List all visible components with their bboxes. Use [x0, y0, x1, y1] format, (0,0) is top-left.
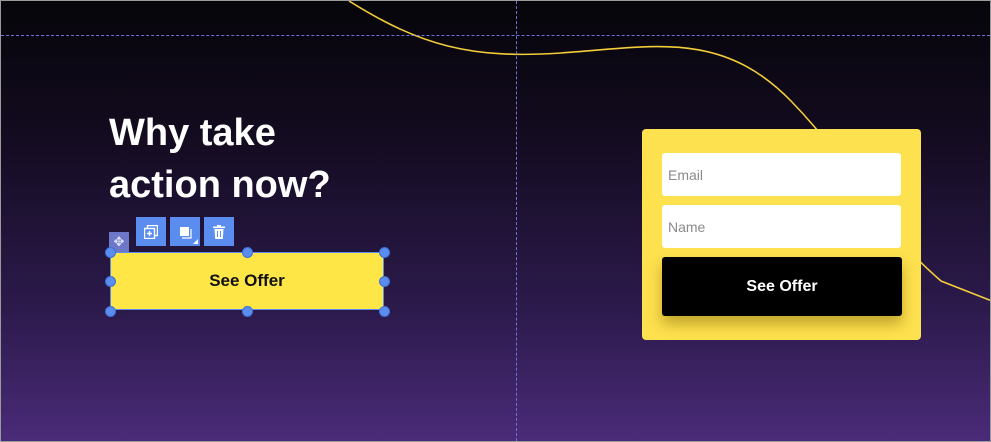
email-placeholder: Email [668, 166, 704, 183]
vertical-guide-line [516, 1, 517, 441]
resize-handle-left[interactable] [105, 276, 116, 287]
move-icon: ✥ [113, 234, 125, 249]
horizontal-guide-line [1, 35, 990, 36]
element-toolbar [136, 217, 234, 246]
layers-icon [180, 226, 192, 239]
email-field[interactable]: Email [662, 153, 901, 196]
resize-handle-top-left[interactable] [105, 247, 116, 258]
trash-icon [213, 224, 225, 239]
selected-offer-button[interactable]: See Offer [110, 252, 384, 310]
layers-button[interactable] [170, 217, 200, 246]
headline-line-2: action now? [109, 164, 331, 206]
resize-handle-bottom-left[interactable] [105, 306, 116, 317]
resize-handle-top-right[interactable] [379, 247, 390, 258]
delete-button[interactable] [204, 217, 234, 246]
submit-label: See Offer [746, 277, 818, 295]
duplicate-button[interactable] [136, 217, 166, 246]
see-offer-submit-button[interactable]: See Offer [662, 257, 902, 316]
page-canvas: Why take action now? ✥ See Offer Email N… [0, 0, 991, 442]
resize-handle-right[interactable] [379, 276, 390, 287]
name-field[interactable]: Name [662, 205, 901, 248]
name-placeholder: Name [668, 218, 706, 235]
resize-handle-top[interactable] [242, 247, 253, 258]
resize-handle-bottom-right[interactable] [379, 306, 390, 317]
headline[interactable]: Why take action now? [109, 107, 331, 211]
duplicate-icon [144, 224, 158, 239]
signup-form-card: Email Name See Offer [642, 129, 921, 340]
resize-handle-bottom[interactable] [242, 306, 253, 317]
selected-offer-button-label: See Offer [209, 271, 285, 290]
corner-arrow-icon [193, 239, 198, 244]
headline-line-1: Why take [109, 112, 276, 154]
